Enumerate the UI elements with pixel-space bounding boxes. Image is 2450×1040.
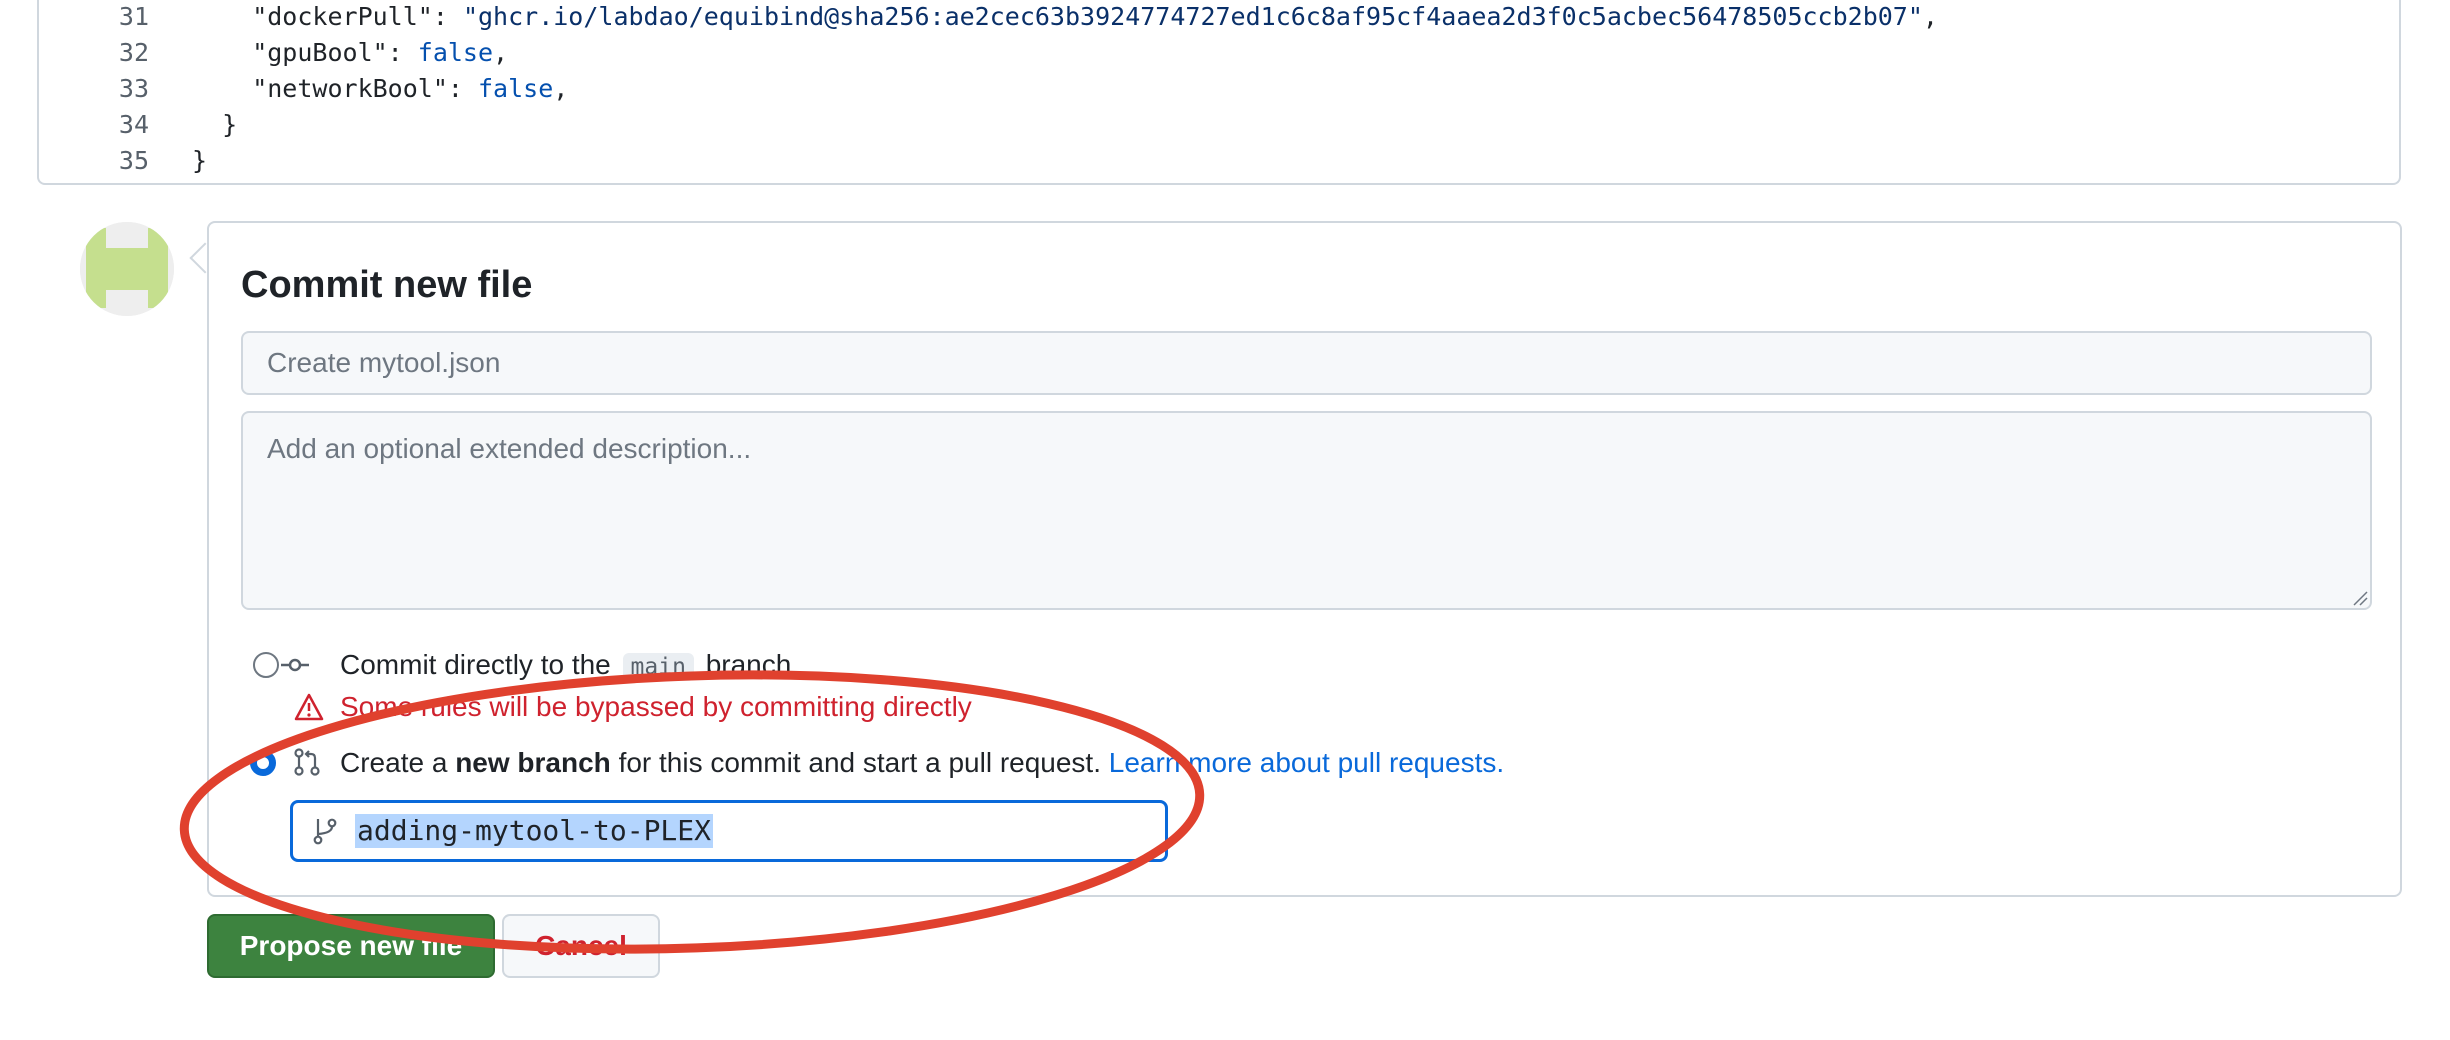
new-branch-radio[interactable] — [250, 750, 276, 776]
identicon-icon — [80, 222, 174, 316]
branch-name-input[interactable]: adding-mytool-to-PLEX — [290, 800, 1168, 862]
new-branch-label[interactable]: Create a new branch for this commit and … — [340, 745, 1504, 781]
git-pull-request-icon — [294, 748, 320, 776]
base-branch-name: main — [622, 653, 694, 681]
line-content: "dockerPull": "ghcr.io/labdao/equibind@s… — [192, 2, 1938, 31]
learn-more-pull-requests-link[interactable]: Learn more about pull requests. — [1109, 747, 1504, 778]
commit-directly-label[interactable]: Commit directly to the main branch. — [340, 647, 799, 685]
commit-directly-text: Commit directly to the — [340, 649, 611, 680]
commit-description-input[interactable] — [241, 411, 2372, 610]
commit-summary-input[interactable] — [241, 331, 2372, 395]
propose-new-file-button[interactable]: Propose new file — [207, 914, 495, 978]
line-content: } — [192, 146, 208, 175]
line-content: } — [192, 110, 238, 139]
git-commit-icon — [281, 658, 309, 672]
avatar — [80, 222, 174, 316]
branch-name-value[interactable]: adding-mytool-to-PLEX — [355, 814, 714, 848]
line-number: 35 — [118, 146, 149, 175]
line-number: 33 — [118, 74, 149, 103]
new-branch-bold: new branch — [455, 747, 611, 778]
new-branch-text-after: for this commit and start a pull request… — [618, 747, 1101, 778]
git-branch-icon — [313, 818, 337, 845]
resize-handle-icon[interactable] — [2352, 590, 2368, 606]
new-branch-text: Create a — [340, 747, 448, 778]
line-number: 31 — [118, 2, 149, 31]
code-viewer: 31 "dockerPull": "ghcr.io/labdao/equibin… — [37, 0, 2401, 185]
cancel-button[interactable]: Cancel — [502, 914, 660, 978]
bypass-rules-warning: Some rules will be bypassed by committin… — [340, 691, 972, 722]
line-content: "networkBool": false, — [192, 74, 569, 103]
commit-directly-text-after: branch. — [705, 649, 800, 680]
line-content: "gpuBool": false, — [192, 38, 509, 67]
alert-triangle-icon — [294, 693, 324, 721]
commit-directly-radio[interactable] — [253, 652, 279, 678]
line-number: 32 — [118, 38, 149, 67]
line-number: 34 — [118, 110, 149, 139]
commit-title: Commit new file — [241, 264, 533, 306]
